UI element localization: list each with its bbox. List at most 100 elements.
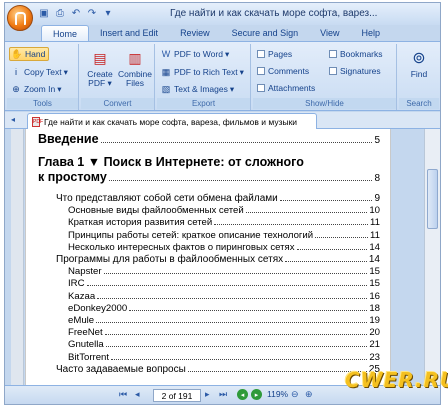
pdf-to-rich-text-button[interactable]: ▦ PDF to Rich Text ▾ bbox=[160, 65, 244, 79]
bookmarks-checkbox[interactable]: Bookmarks bbox=[329, 49, 383, 59]
find-button[interactable]: ⊚ Find bbox=[402, 47, 436, 79]
search-group: ⊚ Find Search bbox=[399, 44, 439, 110]
tab-review[interactable]: Review bbox=[169, 25, 221, 41]
toc-entry[interactable]: eDonkey2000 18 bbox=[68, 303, 380, 314]
tab-secure-and-sign[interactable]: Secure and Sign bbox=[221, 25, 310, 41]
toc-entry[interactable]: Программы для работы в файлообменных сет… bbox=[56, 254, 380, 265]
zoom-in-label: Zoom In bbox=[24, 84, 56, 94]
toc-entry[interactable]: BitTorrent 23 bbox=[68, 352, 380, 363]
zoom-in-button[interactable]: ⊕ Zoom In ▾ bbox=[10, 82, 61, 96]
copy-text-button[interactable]: Ꭵ Copy Text ▾ bbox=[10, 65, 68, 79]
export-group-label: Export bbox=[157, 98, 250, 109]
toc-entry[interactable]: eMule 19 bbox=[68, 315, 380, 326]
signatures-label: Signatures bbox=[340, 66, 381, 76]
undo-icon[interactable]: ↶ bbox=[69, 7, 83, 20]
toc-entry[interactable]: Часто задаваемые вопросы 25 bbox=[56, 364, 380, 375]
toc-entry[interactable]: Что представляют собой сети обмена файла… bbox=[56, 193, 380, 204]
toc-leader bbox=[187, 370, 367, 372]
tab-scroll-left-icon[interactable]: ◂ bbox=[11, 115, 15, 124]
checkbox-box bbox=[329, 50, 337, 58]
toc-chapter-1[interactable]: Глава 1 ▼ Поиск в Интернете: от сложного bbox=[38, 155, 380, 169]
ribbon: ✋ Hand Ꭵ Copy Text ▾ ⊕ Zoom In ▾ Tools ▤ Crea… bbox=[5, 41, 440, 111]
toc-entry-page: 15 bbox=[369, 278, 380, 290]
redo-icon[interactable]: ↷ bbox=[85, 7, 99, 20]
combine-files-button[interactable]: ▥ Combine Files bbox=[118, 47, 152, 88]
app-menu-button[interactable] bbox=[7, 5, 33, 31]
toc-entry[interactable]: Основные виды файлообменных сетей 10 bbox=[68, 205, 380, 216]
toc-entry-page: 23 bbox=[369, 351, 380, 363]
toc-chapter-1-page: 8 bbox=[374, 173, 380, 184]
forward-view-icon[interactable]: ▸ bbox=[251, 389, 262, 400]
toc-entry-page: 14 bbox=[368, 254, 380, 265]
title-bar: ▣ ⎙ ↶ ↷ ▾ Где найти и как скачать море с… bbox=[5, 3, 440, 25]
app-logo-icon bbox=[15, 12, 26, 25]
previous-page-icon[interactable]: ◂ bbox=[135, 389, 140, 400]
chevron-down-icon: ▾ bbox=[224, 48, 230, 59]
tab-home[interactable]: Home bbox=[41, 25, 90, 41]
comments-label: Comments bbox=[268, 66, 310, 76]
pdf-to-word-button[interactable]: W PDF to Word ▾ bbox=[160, 47, 230, 61]
toc-entry-text: Принципы работы сетей: краткое описание … bbox=[68, 229, 314, 241]
text-images-label: Text & Images bbox=[174, 84, 228, 94]
text-images-icon: ▧ bbox=[161, 83, 171, 94]
document-tab-title: Где найти и как скачать море софта, варе… bbox=[44, 116, 298, 127]
application-window: ▣ ⎙ ↶ ↷ ▾ Где найти и как скачать море с… bbox=[4, 2, 441, 405]
find-label: Find bbox=[410, 69, 428, 79]
toc-entry-text: Основные виды файлообменных сетей bbox=[68, 205, 244, 217]
first-page-icon[interactable]: ⏮ bbox=[119, 389, 127, 400]
vertical-scrollbar[interactable] bbox=[424, 129, 440, 385]
scrollbar-thumb[interactable] bbox=[427, 169, 438, 229]
comments-checkbox[interactable]: Comments bbox=[257, 66, 309, 76]
page-number-field[interactable]: 2 of 191 bbox=[153, 389, 201, 402]
ribbon-tabs: Home Insert and Edit Review Secure and S… bbox=[41, 25, 391, 41]
checkbox-box bbox=[329, 67, 337, 75]
toc-entry[interactable]: Краткая история развития сетей 11 bbox=[68, 217, 380, 228]
watermark-logo: CWER.RU bbox=[345, 368, 448, 392]
next-page-icon[interactable]: ▸ bbox=[205, 389, 210, 400]
toc-leader bbox=[214, 224, 369, 226]
toc-leader bbox=[97, 297, 368, 299]
zoom-in-icon[interactable]: ⊕ bbox=[305, 389, 313, 400]
toc-leader bbox=[245, 212, 368, 214]
toc-entry[interactable]: Несколько интересных фактов о пиринговых… bbox=[68, 242, 380, 253]
dropdown-icon[interactable]: ▾ bbox=[101, 7, 115, 20]
toc-leader bbox=[285, 261, 367, 262]
toc-entry[interactable]: IRC 15 bbox=[68, 278, 380, 289]
toc-entry[interactable]: FreeNet 20 bbox=[68, 327, 380, 338]
toc-entry[interactable]: Gnutella 21 bbox=[68, 339, 380, 350]
checkbox-box bbox=[257, 67, 265, 75]
tab-view[interactable]: View bbox=[309, 25, 350, 41]
toc-entry[interactable]: Napster 15 bbox=[68, 266, 380, 277]
attachments-checkbox[interactable]: Attachments bbox=[257, 83, 315, 93]
back-view-icon[interactable]: ◂ bbox=[237, 389, 248, 400]
save-icon[interactable]: ▣ bbox=[37, 7, 51, 20]
text-images-button[interactable]: ▧ Text & Images ▾ bbox=[160, 82, 234, 96]
last-page-icon[interactable]: ⏭ bbox=[219, 389, 227, 400]
signatures-checkbox[interactable]: Signatures bbox=[329, 66, 381, 76]
document-tab[interactable]: PDF Где найти и как скачать море софта, … bbox=[27, 113, 317, 129]
toc-entry-page: 9 bbox=[374, 193, 380, 204]
tab-insert-and-edit[interactable]: Insert and Edit bbox=[89, 25, 169, 41]
copy-text-label: Copy Text bbox=[24, 67, 62, 77]
hand-label: Hand bbox=[25, 49, 46, 59]
hand-icon: ✋ bbox=[11, 48, 23, 59]
toc-entry-page: 16 bbox=[369, 290, 380, 302]
toc-entry[interactable]: Kazaa 16 bbox=[68, 291, 380, 302]
pages-checkbox[interactable]: Pages bbox=[257, 49, 292, 59]
toc-leader bbox=[315, 236, 369, 238]
print-icon[interactable]: ⎙ bbox=[53, 7, 67, 20]
toc-intro[interactable]: Введение 5 bbox=[38, 132, 380, 146]
zoom-out-icon[interactable]: ⊖ bbox=[291, 389, 299, 400]
hand-button[interactable]: ✋ Hand bbox=[9, 47, 50, 61]
window-title: Где найти и как скачать море софта, варе… bbox=[170, 8, 378, 19]
zoom-level[interactable]: 119% bbox=[267, 389, 288, 399]
pdf-file-icon: PDF bbox=[32, 116, 43, 127]
tab-help[interactable]: Help bbox=[350, 25, 391, 41]
toc-chapter-1-line2[interactable]: к простому 8 bbox=[38, 170, 380, 184]
create-pdf-button[interactable]: ▤ Create PDF ▾ bbox=[83, 47, 117, 88]
navigation-pane-strip[interactable] bbox=[11, 129, 24, 385]
binoculars-icon: ⊚ bbox=[412, 49, 426, 67]
toc-entry[interactable]: Принципы работы сетей: краткое описание … bbox=[68, 230, 380, 241]
chevron-down-icon: ▾ bbox=[105, 78, 112, 88]
pdf-to-word-label: PDF to Word bbox=[174, 49, 223, 59]
